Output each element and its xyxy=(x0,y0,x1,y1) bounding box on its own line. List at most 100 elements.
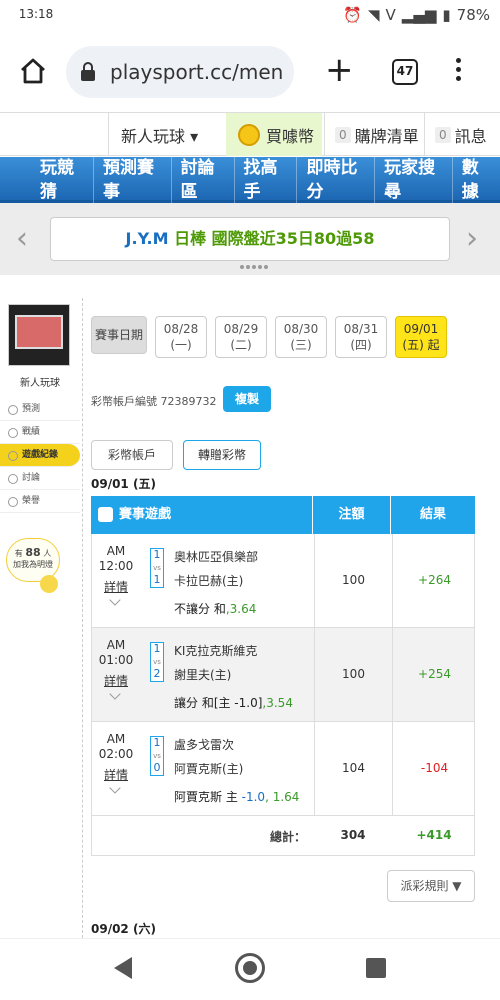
user-sidebar: 新人玩球 預測 戰績 遊戲紀錄 討論 榮譽 有 88 人 加我為明燈 xyxy=(0,300,80,630)
game-table: 賽事遊戲 注額 結果 AM 12:00 詳情 1 vs 1 奧林匹亞俱樂部 卡拉巴赫(… xyxy=(91,496,475,856)
day-header: 09/01 (五) xyxy=(91,477,156,491)
announcement-carousel: ‹ J.Y.M 日棒 國際盤近35日80過58 › xyxy=(0,203,500,275)
new-tab-button[interactable]: + xyxy=(325,52,354,88)
chevron-down-icon[interactable] xyxy=(109,688,121,700)
day-header: 09/02 (六) xyxy=(91,922,156,936)
address-bar[interactable]: playsport.cc/men xyxy=(66,46,294,98)
message-count: 0 xyxy=(435,126,451,143)
tab-switcher-button[interactable]: 47 xyxy=(392,59,418,85)
table-row: AM 02:00 詳情 1 vs 0 盧多戈雷次 阿賈克斯(主) 阿賈克斯 主 -1.… xyxy=(91,722,475,816)
detail-link[interactable]: 詳情 xyxy=(92,578,140,595)
chevron-down-icon[interactable] xyxy=(109,594,121,606)
detail-link[interactable]: 詳情 xyxy=(92,766,140,783)
nav-item[interactable]: 討論區 xyxy=(170,156,234,204)
wifi-icon: ◥ xyxy=(367,6,380,24)
nav-item[interactable]: 玩競猜 xyxy=(0,156,93,204)
chevron-right-icon[interactable]: › xyxy=(466,221,478,256)
nav-item[interactable]: 玩家搜尋 xyxy=(374,156,452,204)
menu-icon[interactable] xyxy=(456,58,462,85)
bet-amount: 100 xyxy=(314,534,392,627)
cart-link[interactable]: 0 購牌清單 xyxy=(324,113,422,156)
sidebar-item-discuss[interactable]: 討論 xyxy=(0,467,80,490)
nav-item[interactable]: 預測賽事 xyxy=(92,156,171,204)
bet-result: +254 xyxy=(392,628,476,721)
bet-pick: 不讓分 和,3.64 xyxy=(174,602,257,616)
avatar[interactable] xyxy=(8,304,70,366)
url-text: playsport.cc/men xyxy=(110,60,284,84)
team-away: 盧多戈雷次 xyxy=(174,738,235,752)
date-button[interactable]: 08/31 (四) xyxy=(335,316,387,358)
game-record-panel: 賽事日期 08/28 (一) 08/29 (二) 08/30 (三) 08/31 (四)… xyxy=(82,298,490,938)
team-home: 阿賈克斯(主) xyxy=(174,762,244,776)
table-row: AM 01:00 詳情 1 vs 2 KI克拉克斯維克 謝里夫(主) 讓分 和[主 -… xyxy=(91,628,475,722)
payout-rules-button[interactable]: 派彩規則 ▼ xyxy=(387,870,475,902)
back-icon[interactable] xyxy=(114,957,132,979)
battery-percent: 78% xyxy=(456,6,490,24)
bet-amount: 100 xyxy=(314,628,392,721)
date-button-active[interactable]: 09/01 (五) 起 xyxy=(395,316,447,358)
clock: 13:18 xyxy=(18,7,54,21)
lightbulb-icon xyxy=(40,575,58,593)
status-bar: 13:18 ⏰ ◥ V ▂▄▆ ▮ 78% xyxy=(0,0,500,34)
chevron-left-icon[interactable]: ‹ xyxy=(16,221,28,256)
bet-pick: 阿賈克斯 主 -1.0, 1.64 xyxy=(174,790,300,804)
follower-count: 88 xyxy=(25,546,41,559)
sidebar-item-honor[interactable]: 榮譽 xyxy=(0,490,80,513)
sidebar-item-record[interactable]: 戰績 xyxy=(0,421,80,444)
buy-coins-button[interactable]: 買噱幣 xyxy=(226,113,322,156)
total-amount: 304 xyxy=(340,828,366,842)
coin-icon xyxy=(238,123,260,146)
announcement-text: 日棒 國際盤近35日80過58 xyxy=(174,229,375,248)
recents-icon[interactable] xyxy=(366,958,386,978)
team-away: KI克拉克斯維克 xyxy=(174,644,258,658)
cart-label: 購牌清單 xyxy=(354,126,419,146)
cart-count: 0 xyxy=(335,126,351,143)
alarm-icon: ⏰ xyxy=(343,6,362,24)
carousel-pager xyxy=(240,265,268,269)
messages-link[interactable]: 0 訊息 xyxy=(424,113,500,156)
sidebar-item-predict[interactable]: 預測 xyxy=(0,398,80,421)
site-top-row: 新人玩球 ▾ 買噱幣 0 購牌清單 0 訊息 xyxy=(0,112,500,156)
nav-item[interactable]: 數據 xyxy=(451,156,500,204)
announcement-banner[interactable]: J.Y.M 日棒 國際盤近35日80過58 xyxy=(50,217,450,261)
team-home: 卡拉巴赫(主) xyxy=(174,574,244,588)
date-button[interactable]: 08/29 (二) xyxy=(215,316,267,358)
bet-amount: 104 xyxy=(314,722,392,815)
browser-toolbar: playsport.cc/men + 47 xyxy=(0,34,500,112)
announcement-author: J.Y.M xyxy=(125,229,175,248)
chevron-down-icon[interactable] xyxy=(109,782,121,794)
home-icon[interactable] xyxy=(18,56,48,86)
detail-link[interactable]: 詳情 xyxy=(92,672,140,689)
table-total: 總計： 304 +414 xyxy=(91,816,475,856)
volte-icon: V xyxy=(385,6,396,24)
total-result: +414 xyxy=(416,828,452,842)
table-row: AM 12:00 詳情 1 vs 1 奧林匹亞俱樂部 卡拉巴赫(主) 不讓分 和,3.… xyxy=(91,534,475,628)
home-circle-icon[interactable] xyxy=(235,953,265,983)
database-icon xyxy=(98,507,113,522)
sidebar-menu: 預測 戰績 遊戲紀錄 討論 榮譽 xyxy=(0,398,80,513)
bet-pick: 讓分 和[主 -1.0],3.54 xyxy=(174,696,293,710)
nav-item[interactable]: 即時比分 xyxy=(296,156,374,204)
bet-result: -104 xyxy=(392,722,476,815)
lock-icon xyxy=(81,62,95,81)
sidebar-item-game-log[interactable]: 遊戲紀錄 xyxy=(0,444,80,467)
signal-icon: ▂▄▆ xyxy=(401,6,437,24)
date-button[interactable]: 08/30 (三) xyxy=(275,316,327,358)
main-nav: 玩競猜 預測賽事 討論區 找高手 即時比分 玩家搜尋 數據 xyxy=(0,156,500,204)
date-button[interactable]: 08/28 (一) xyxy=(155,316,207,358)
team-away: 奧林匹亞俱樂部 xyxy=(174,550,259,564)
tab-transfer-coins[interactable]: 轉贈彩幣 xyxy=(183,440,261,470)
system-nav-bar xyxy=(0,938,500,1000)
messages-label: 訊息 xyxy=(454,126,487,146)
sidebar-username: 新人玩球 xyxy=(20,378,60,389)
battery-icon: ▮ xyxy=(442,6,451,24)
account-number: 彩幣帳戶編號 72389732 xyxy=(91,395,217,408)
team-home: 謝里夫(主) xyxy=(174,668,232,682)
copy-button[interactable]: 複製 xyxy=(223,386,271,412)
nav-item[interactable]: 找高手 xyxy=(233,156,297,204)
score-box: 1 vs 0 xyxy=(150,736,164,776)
user-menu[interactable]: 新人玩球 ▾ xyxy=(108,113,224,156)
table-header: 賽事遊戲 注額 結果 xyxy=(91,496,475,534)
tab-coin-account[interactable]: 彩幣帳戶 xyxy=(91,440,173,470)
buy-coins-label: 買噱幣 xyxy=(266,126,315,146)
